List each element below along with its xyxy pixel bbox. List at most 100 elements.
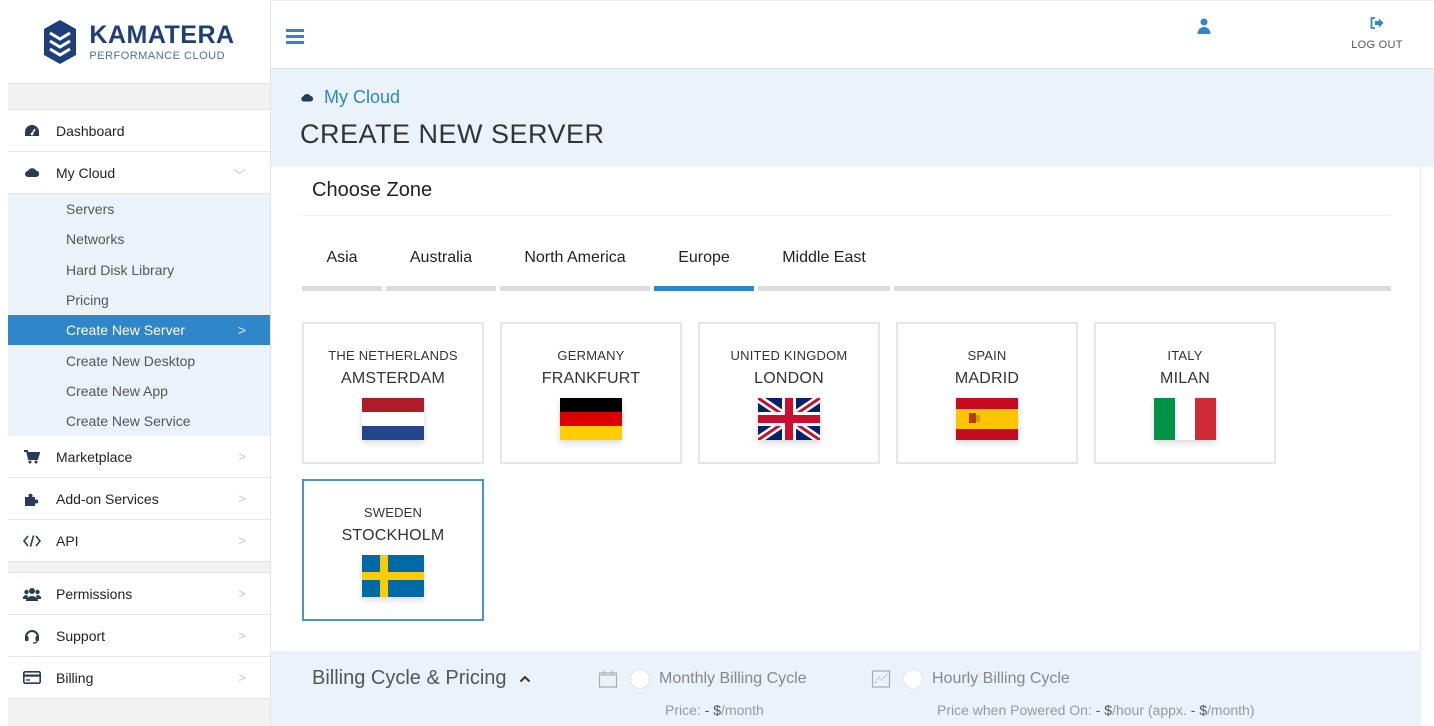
billing-toggle[interactable]: Billing Cycle & Pricing [312,667,531,690]
spain-flag-icon [956,398,1018,440]
calendar-icon [598,670,618,688]
monthly-radio[interactable] [630,669,650,689]
zone-city: MADRID [954,370,1020,387]
zone-card-milan[interactable]: ITALY MILAN [1094,322,1276,464]
chevron-right-icon: > [238,628,246,644]
sidebar-item-billing[interactable]: Billing > [8,657,270,700]
zone-city: LONDON [754,370,824,387]
tab-track [894,286,1391,291]
dashboard-gauge-icon [23,122,41,140]
sidebar-item-marketplace[interactable]: Marketplace > [8,436,270,479]
sidebar-subitem-create-new-service[interactable]: Create New Service [8,406,270,436]
tab-asia[interactable]: Asia [302,237,382,291]
sidebar-item-label: Support [56,627,106,644]
hourly-price-value: - $ [1095,702,1113,718]
hourly-price-prefix: Price when Powered On: [937,702,1096,718]
puzzle-icon [23,490,41,508]
cart-icon [23,448,41,466]
kamatera-logo-icon [44,19,77,64]
monthly-price-suffix: /month [721,702,764,718]
cloud-icon [23,164,41,182]
zone-country: SPAIN [967,348,1007,363]
monthly-price: Price: - $/month [665,702,764,718]
logout-button[interactable]: LOG OUT [1347,17,1407,53]
sidebar-item-label: Billing [56,669,94,686]
top-bar: LOG OUT [271,0,1434,69]
zone-card-amsterdam[interactable]: THE NETHERLANDS AMSTERDAM [302,322,484,464]
zone-country: THE NETHERLANDS [328,348,458,363]
hourly-billing-option[interactable]: Hourly Billing Cycle [871,669,1070,689]
sidebar-subitem-networks[interactable]: Networks [8,224,270,254]
sweden-flag-icon [362,555,424,597]
chevron-right-icon: > [237,322,246,339]
zone-country: UNITED KINGDOM [730,348,848,363]
sidebar-item-dashboard[interactable]: Dashboard [8,110,270,152]
breadcrumb[interactable]: My Cloud [300,87,400,108]
chevron-down-icon: ﹀ [232,168,246,183]
tab-europe[interactable]: Europe [654,237,754,291]
billing-title: Billing Cycle & Pricing [312,667,507,689]
sidebar-item-label: My Cloud [56,164,116,181]
sidebar-item-label: Permissions [56,585,133,602]
brand-tagline: PERFORMANCE CLOUD [89,49,226,62]
brand-logo[interactable]: KAMATERA PERFORMANCE CLOUD [8,0,270,84]
logout-icon [1370,17,1384,29]
tab-north-america[interactable]: North America [500,237,650,291]
zone-card-stockholm[interactable]: SWEDEN STOCKHOLM [302,479,484,621]
sidebar-item-label: API [56,532,79,549]
sidebar-subitem-pricing[interactable]: Pricing [8,285,270,315]
sidebar-item-label: Add-on Services [56,490,159,507]
monthly-label: Monthly Billing Cycle [659,670,807,687]
hamburger-icon[interactable] [286,29,304,44]
uk-flag-icon [758,398,820,440]
tab-middle-east[interactable]: Middle East [758,237,890,291]
brand-name: KAMATERA [89,20,235,49]
sidebar-item-add-on-services[interactable]: Add-on Services > [8,478,270,521]
sidebar-item-label: Dashboard [56,122,125,139]
zone-card-frankfurt[interactable]: GERMANY FRANKFURT [500,322,682,464]
zone-city: AMSTERDAM [340,370,446,387]
sidebar-item-permissions[interactable]: Permissions > [8,573,270,616]
sidebar-subitem-create-new-server[interactable]: Create New Server > [8,315,270,346]
divider [302,215,1391,216]
billing-section: Billing Cycle & Pricing Monthly Billing … [271,651,1421,726]
sidebar-item-support[interactable]: Support > [8,615,270,658]
hourly-price-value2: - $ [1190,702,1208,718]
sidebar-subitem-create-new-desktop[interactable]: Create New Desktop [8,345,270,375]
tab-underline [386,286,496,291]
chevron-right-icon: > [238,670,246,686]
tab-label: North America [524,249,626,266]
headset-icon [23,627,41,645]
sidebar-item-my-cloud[interactable]: My Cloud ﹀ [8,152,270,194]
monthly-price-value: - $ [704,702,722,718]
zone-city: STOCKHOLM [341,527,445,544]
tab-underline [500,286,650,291]
chevron-right-icon: > [238,586,246,602]
sidebar-spacer [8,562,270,574]
tab-australia[interactable]: Australia [386,237,496,291]
tab-label: Asia [326,249,358,266]
my-cloud-submenu: Servers Networks Hard Disk Library Prici… [8,194,270,437]
sidebar-subitem-servers[interactable]: Servers [8,194,270,224]
zone-card-madrid[interactable]: SPAIN MADRID [896,322,1078,464]
section-title: Choose Zone [312,179,433,201]
tab-underline [654,286,754,291]
tab-label: Europe [678,249,730,266]
users-icon [23,585,41,603]
chevron-right-icon: > [238,449,246,465]
sidebar-subitem-hard-disk-library[interactable]: Hard Disk Library [8,255,270,285]
user-icon[interactable] [1197,18,1211,34]
monthly-billing-option[interactable]: Monthly Billing Cycle [598,669,807,689]
sidebar-item-api[interactable]: API > [8,520,270,563]
breadcrumb-my-cloud[interactable]: My Cloud [324,87,400,108]
netherlands-flag-icon [362,398,424,440]
tab-underline [758,286,890,291]
italy-flag-icon [1154,398,1216,440]
sidebar-subitem-create-new-app[interactable]: Create New App [8,376,270,406]
logout-label: LOG OUT [1351,39,1403,51]
zone-card-london[interactable]: UNITED KINGDOM LONDON [698,322,880,464]
sidebar-item-label: Marketplace [56,448,133,465]
hourly-price: Price when Powered On: - $/hour (appx. -… [937,702,1255,718]
hourly-price-mid: /hour (appx. [1112,702,1191,718]
hourly-radio[interactable] [903,669,923,689]
